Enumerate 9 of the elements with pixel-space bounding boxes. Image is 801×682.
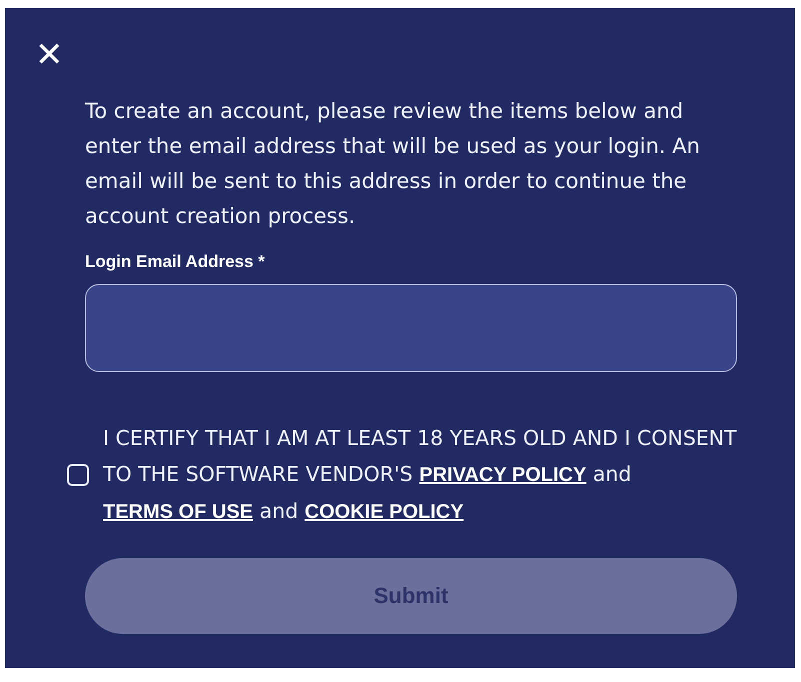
policy-link[interactable]: COOKIE POLICY (304, 501, 464, 523)
policy-link[interactable]: TERMS OF USE (103, 501, 254, 523)
checkbox[interactable] (67, 464, 89, 486)
field-label: Login Email Address * (85, 252, 266, 272)
consent-text: I CERTIFY THAT I AM AT LEAST 18 YEARS OLD AND I CONSENT TO THE SOFTWARE VENDOR'S PRIVACY POLICY and TERMS OF USE and COOKIE POLICY (103, 425, 737, 525)
policy-link[interactable]: PRIVACY POLICY (419, 464, 586, 486)
email-field[interactable] (85, 284, 737, 372)
intro-text: To create an account, please review the items below and enter the email address that will be used as your login. An email will be sent to this address in order to continue the account creation process. (85, 98, 701, 230)
close-button[interactable]: ✕ (35, 38, 64, 72)
